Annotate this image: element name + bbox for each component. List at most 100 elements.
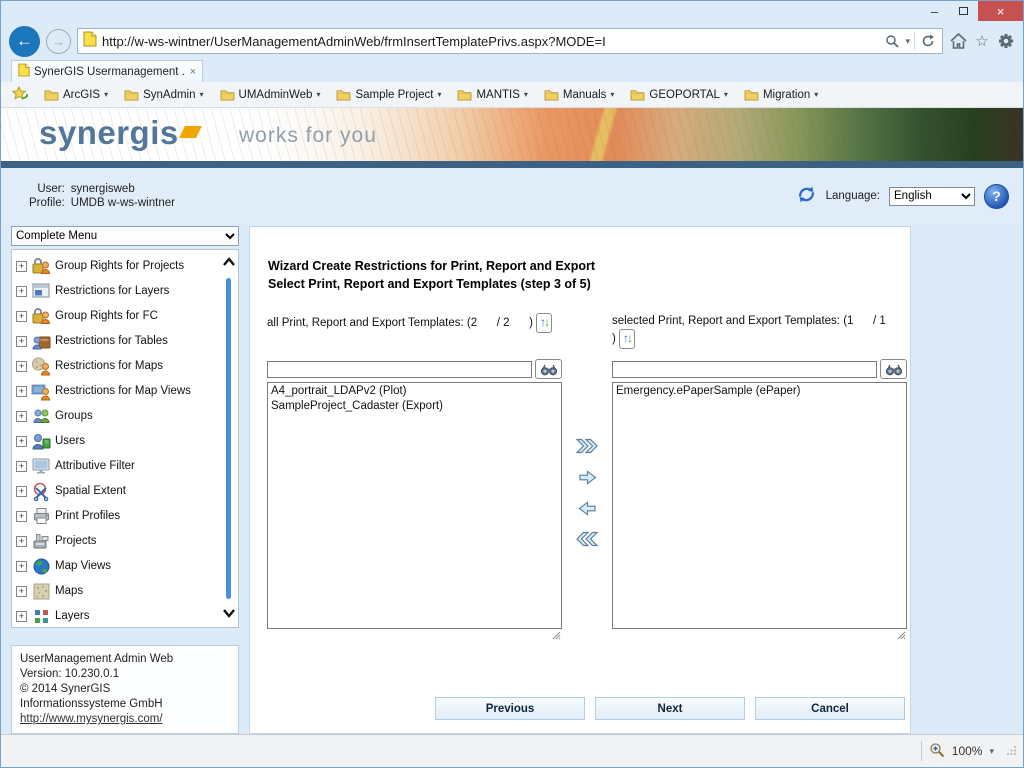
zoom-dropdown-icon[interactable]: ▾ bbox=[989, 746, 994, 757]
tree-item-print-profiles[interactable]: + Print Profiles bbox=[16, 504, 218, 529]
favorite-umadminweb[interactable]: UMAdminWeb ▾ bbox=[220, 89, 321, 101]
resize-grip-icon[interactable] bbox=[897, 631, 906, 643]
available-templates-listbox[interactable]: A4_portrait_LDAPv2 (Plot) SampleProject_… bbox=[267, 382, 562, 629]
forward-button[interactable]: → bbox=[46, 29, 71, 54]
scrollbar-thumb[interactable] bbox=[226, 278, 231, 599]
banner-divider bbox=[1, 161, 1023, 168]
favorite-geoportal[interactable]: GEOPORTAL ▾ bbox=[630, 89, 728, 101]
scroll-up-icon[interactable] bbox=[222, 254, 236, 272]
tab-page-icon bbox=[18, 63, 30, 80]
search-dropdown-icon[interactable]: ▾ bbox=[905, 36, 910, 47]
tree-item-projects[interactable]: + Projects bbox=[16, 529, 218, 554]
favorite-synadmin[interactable]: SynAdmin ▾ bbox=[124, 89, 203, 101]
tree-scrollbar[interactable] bbox=[220, 254, 237, 623]
expand-icon[interactable]: + bbox=[16, 511, 27, 522]
tree-item-users[interactable]: + Users bbox=[16, 429, 218, 454]
map-icon bbox=[31, 581, 51, 601]
expand-icon[interactable]: + bbox=[16, 436, 27, 447]
tree-item-spatial-extent[interactable]: + Spatial Extent bbox=[16, 479, 218, 504]
version-info: UserManagement Admin Web Version: 10.230… bbox=[11, 645, 239, 734]
list-item[interactable]: A4_portrait_LDAPv2 (Plot) bbox=[268, 384, 561, 399]
expand-icon[interactable]: + bbox=[16, 586, 27, 597]
add-favorite-icon[interactable] bbox=[11, 86, 28, 104]
sort-button[interactable]: ↑↓ bbox=[536, 313, 552, 333]
previous-button[interactable]: Previous bbox=[435, 697, 585, 720]
back-button[interactable]: ← bbox=[9, 26, 40, 57]
available-count-current: 2 bbox=[471, 315, 497, 331]
expand-icon[interactable]: + bbox=[16, 336, 27, 347]
move-all-right-button[interactable] bbox=[574, 435, 600, 457]
expand-icon[interactable]: + bbox=[16, 311, 27, 322]
zoom-magnifier-icon[interactable] bbox=[929, 742, 945, 761]
resize-grip-icon[interactable] bbox=[1007, 744, 1017, 758]
tree-item-layers[interactable]: + Layers bbox=[16, 604, 218, 628]
minimize-button[interactable]: – bbox=[920, 1, 949, 21]
help-button[interactable]: ? bbox=[984, 184, 1009, 209]
favorite-manuals[interactable]: Manuals ▾ bbox=[544, 89, 614, 101]
next-button[interactable]: Next bbox=[595, 697, 745, 720]
list-item[interactable]: SampleProject_Cadaster (Export) bbox=[268, 399, 561, 414]
home-icon[interactable] bbox=[949, 32, 967, 50]
tree-item-groups[interactable]: + Groups bbox=[16, 404, 218, 429]
cancel-button[interactable]: Cancel bbox=[755, 697, 905, 720]
expand-icon[interactable]: + bbox=[16, 486, 27, 497]
available-templates-header: all Print, Report and Export Templates: … bbox=[267, 313, 562, 357]
tab-close-icon[interactable]: × bbox=[190, 66, 196, 78]
address-bar[interactable]: http://w-ws-wintner/UserManagementAdminW… bbox=[77, 28, 943, 54]
refresh-icon[interactable] bbox=[919, 32, 937, 50]
expand-icon[interactable]: + bbox=[16, 286, 27, 297]
tree-item-group-rights-for-fc[interactable]: + Group Rights for FC bbox=[16, 304, 218, 329]
version: Version: 10.230.0.1 bbox=[20, 667, 230, 682]
expand-icon[interactable]: + bbox=[16, 561, 27, 572]
reload-language-icon[interactable] bbox=[796, 184, 817, 208]
expand-icon[interactable]: + bbox=[16, 361, 27, 372]
company-link[interactable]: http://www.mysynergis.com/ bbox=[20, 713, 163, 725]
move-all-left-button[interactable] bbox=[574, 528, 600, 550]
expand-icon[interactable]: + bbox=[16, 386, 27, 397]
tree-item-restrictions-for-maps[interactable]: + Restrictions for Maps bbox=[16, 354, 218, 379]
move-right-button[interactable] bbox=[574, 466, 600, 488]
tab-synergis-usermanagement[interactable]: SynerGIS Usermanagement ... × bbox=[11, 60, 203, 82]
favorites-star-icon[interactable]: ☆ bbox=[973, 32, 991, 50]
expand-icon[interactable]: + bbox=[16, 461, 27, 472]
divider bbox=[921, 741, 922, 761]
search-binoculars-button[interactable] bbox=[880, 359, 907, 379]
search-icon[interactable] bbox=[883, 32, 901, 50]
selected-filter-input[interactable] bbox=[612, 361, 877, 378]
tree-item-label: Attributive Filter bbox=[55, 460, 135, 472]
settings-gear-icon[interactable] bbox=[997, 32, 1015, 50]
profile-label: Profile: bbox=[29, 197, 65, 209]
url-text[interactable]: http://w-ws-wintner/UserManagementAdminW… bbox=[102, 34, 878, 49]
tree-item-restrictions-for-map-views[interactable]: + Restrictions for Map Views bbox=[16, 379, 218, 404]
favorite-arcgis[interactable]: ArcGIS ▾ bbox=[44, 89, 108, 101]
move-left-button[interactable] bbox=[574, 497, 600, 519]
zoom-level[interactable]: 100% bbox=[952, 744, 983, 758]
maximize-button[interactable] bbox=[949, 1, 978, 21]
expand-icon[interactable]: + bbox=[16, 611, 27, 622]
tree-item-attributive-filter[interactable]: + Attributive Filter bbox=[16, 454, 218, 479]
scroll-down-icon[interactable] bbox=[222, 605, 236, 623]
tree-item-group-rights-for-projects[interactable]: + Group Rights for Projects bbox=[16, 254, 218, 279]
favorite-sample-project[interactable]: Sample Project ▾ bbox=[336, 89, 441, 101]
available-filter-input[interactable] bbox=[267, 361, 532, 378]
close-button[interactable]: × bbox=[978, 1, 1023, 21]
favorite-migration[interactable]: Migration ▾ bbox=[744, 89, 818, 101]
favorite-mantis[interactable]: MANTIS ▾ bbox=[457, 89, 527, 101]
menu-select[interactable]: Complete Menu bbox=[11, 226, 239, 246]
expand-icon[interactable]: + bbox=[16, 261, 27, 272]
list-item[interactable]: Emergency.ePaperSample (ePaper) bbox=[613, 384, 906, 399]
language-select[interactable]: English bbox=[889, 187, 975, 206]
expand-icon[interactable]: + bbox=[16, 536, 27, 547]
company: Informationssysteme GmbH bbox=[20, 697, 230, 712]
tree-item-restrictions-for-tables[interactable]: + Restrictions for Tables bbox=[16, 329, 218, 354]
expand-icon[interactable]: + bbox=[16, 411, 27, 422]
search-binoculars-button[interactable] bbox=[535, 359, 562, 379]
main-area: Complete Menu + Group Rights for Project… bbox=[1, 224, 1023, 734]
tree-item-maps[interactable]: + Maps bbox=[16, 579, 218, 604]
sort-button[interactable]: ↑↓ bbox=[619, 329, 635, 349]
tree-item-map-views[interactable]: + Map Views bbox=[16, 554, 218, 579]
tree-item-restrictions-for-layers[interactable]: + Restrictions for Layers bbox=[16, 279, 218, 304]
selected-templates-listbox[interactable]: Emergency.ePaperSample (ePaper) bbox=[612, 382, 907, 629]
resize-grip-icon[interactable] bbox=[552, 631, 561, 643]
selected-count-current: 1 bbox=[847, 313, 873, 329]
